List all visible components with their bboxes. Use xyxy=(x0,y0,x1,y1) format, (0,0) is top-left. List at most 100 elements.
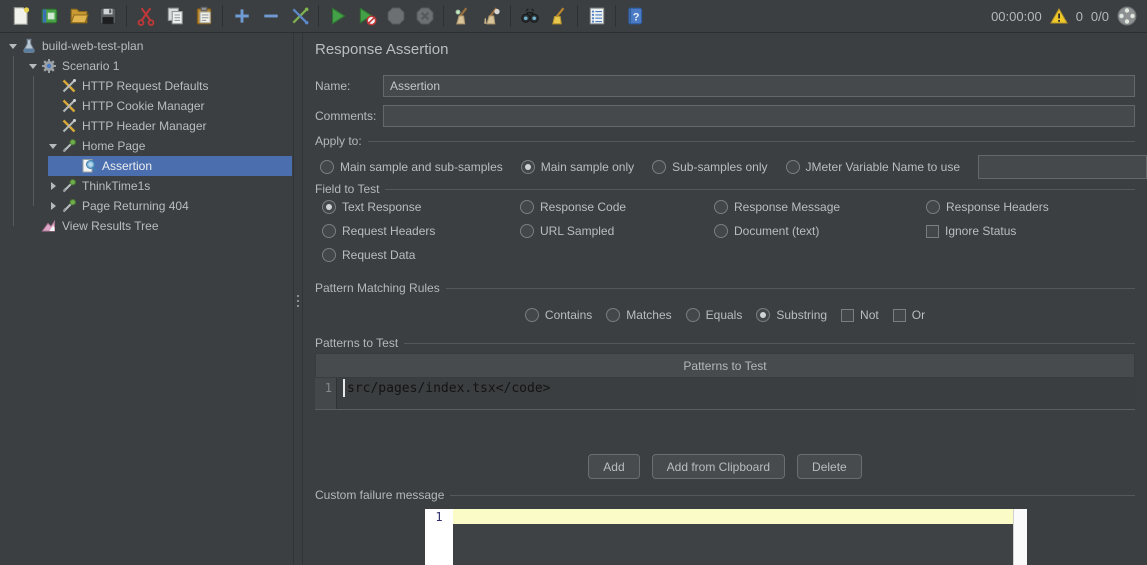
option-label: Matches xyxy=(626,308,671,322)
substring-radio[interactable]: Substring xyxy=(756,308,827,322)
toolbar-group xyxy=(448,2,506,30)
search-icon[interactable] xyxy=(515,2,544,30)
add-from-clipboard-button[interactable]: Add from Clipboard xyxy=(652,454,785,479)
warning-count: 0 xyxy=(1076,9,1083,24)
delete-button[interactable]: Delete xyxy=(797,454,862,479)
copy-icon[interactable] xyxy=(160,2,189,30)
document-text-radio[interactable]: Document (text) xyxy=(714,224,819,238)
option-label: Main sample only xyxy=(541,160,634,174)
url-sampled-radio[interactable]: URL Sampled xyxy=(520,224,614,238)
tree-item-view-results-tree[interactable]: View Results Tree xyxy=(0,216,293,236)
elapsed-time: 00:00:00 xyxy=(991,9,1042,24)
search-reset-icon[interactable] xyxy=(544,2,573,30)
results-tree-icon xyxy=(41,218,57,234)
option-label: Request Headers xyxy=(342,224,435,238)
tree-item-http-header-manager[interactable]: HTTP Header Manager xyxy=(0,116,293,136)
response-code-radio[interactable]: Response Code xyxy=(520,200,626,214)
remove-icon[interactable] xyxy=(256,2,285,30)
contains-radio[interactable]: Contains xyxy=(525,308,592,322)
save-icon[interactable] xyxy=(93,2,122,30)
new-file-icon[interactable] xyxy=(6,2,35,30)
sub-samples-only-radio[interactable]: Sub-samples only xyxy=(652,160,767,174)
paste-icon[interactable] xyxy=(189,2,218,30)
or-checkbox[interactable]: Or xyxy=(893,308,925,322)
tree-item-label: build-web-test-plan xyxy=(42,39,143,53)
help-icon[interactable]: ? xyxy=(620,2,649,30)
ignore-status-checkbox[interactable]: Ignore Status xyxy=(926,224,1016,238)
clear-icon[interactable] xyxy=(448,2,477,30)
toggle-icon[interactable] xyxy=(285,2,314,30)
tree-item-build-web-test-plan[interactable]: build-web-test-plan xyxy=(0,36,293,56)
response-headers-radio[interactable]: Response Headers xyxy=(926,200,1049,214)
radio-icon xyxy=(322,248,336,262)
toolbar-status-area: 00:00:00 0 0/0 xyxy=(991,6,1141,26)
field-to-test-row: Request Headers URL Sampled Document (text… xyxy=(315,221,1135,244)
pattern-row[interactable]: 1 src/pages/index.tsx</code> xyxy=(315,378,1135,410)
add-button[interactable]: Add xyxy=(588,454,639,479)
line-number-gutter: 1 xyxy=(315,378,337,409)
main-sample-and-sub-samples-radio[interactable]: Main sample and sub-samples xyxy=(320,160,503,174)
add-icon[interactable] xyxy=(227,2,256,30)
checkbox-icon xyxy=(841,309,854,322)
option-label: Contains xyxy=(545,308,592,322)
tree-item-http-cookie-manager[interactable]: HTTP Cookie Manager xyxy=(0,96,293,116)
collapse-arrow-icon[interactable] xyxy=(5,44,21,49)
tree-item-home-page[interactable]: Home Page xyxy=(0,136,293,156)
threads-indicator-icon xyxy=(1117,6,1137,26)
tree-item-scenario-1[interactable]: Scenario 1 xyxy=(0,56,293,76)
request-headers-radio[interactable]: Request Headers xyxy=(322,224,435,238)
failure-scrollbar[interactable] xyxy=(1013,509,1027,565)
equals-radio[interactable]: Equals xyxy=(686,308,743,322)
jmeter-variable-name-to-use-radio[interactable]: JMeter Variable Name to use xyxy=(786,160,961,174)
pattern-text[interactable]: src/pages/index.tsx</code> xyxy=(345,378,551,409)
tree-item-page-returning-404[interactable]: Page Returning 404 xyxy=(0,196,293,216)
patterns-table-header: Patterns to Test xyxy=(315,353,1135,378)
test-plan-icon xyxy=(21,38,37,54)
sampler-icon xyxy=(61,178,77,194)
warning-icon[interactable] xyxy=(1050,7,1068,25)
not-checkbox[interactable]: Not xyxy=(841,308,879,322)
expand-arrow-icon[interactable] xyxy=(45,182,61,190)
expand-arrow-icon[interactable] xyxy=(45,202,61,210)
splitter-grip-icon xyxy=(297,295,299,307)
assertion-icon xyxy=(81,158,97,174)
clear-all-icon[interactable] xyxy=(477,2,506,30)
jmeter-variable-input[interactable] xyxy=(978,155,1147,179)
main-sample-only-radio[interactable]: Main sample only xyxy=(521,160,634,174)
tree-item-http-request-defaults[interactable]: HTTP Request Defaults xyxy=(0,76,293,96)
sampler-icon xyxy=(61,138,77,154)
collapse-arrow-icon[interactable] xyxy=(25,64,41,69)
comments-input[interactable] xyxy=(383,105,1135,127)
failure-line-number-gutter: 1 xyxy=(425,509,453,565)
tree-item-thinktime1s[interactable]: ThinkTime1s xyxy=(0,176,293,196)
failure-current-line-highlight[interactable] xyxy=(453,509,1013,524)
comments-label: Comments: xyxy=(315,109,383,123)
start-no-pauses-icon[interactable] xyxy=(352,2,381,30)
cut-icon[interactable] xyxy=(131,2,160,30)
open-file-icon[interactable] xyxy=(64,2,93,30)
response-assertion-panel: Response Assertion Name: Comments: Apply… xyxy=(303,33,1147,565)
response-message-radio[interactable]: Response Message xyxy=(714,200,840,214)
option-label: Substring xyxy=(776,308,827,322)
stop-icon[interactable] xyxy=(381,2,410,30)
shutdown-icon[interactable] xyxy=(410,2,439,30)
start-icon[interactable] xyxy=(323,2,352,30)
text-response-radio[interactable]: Text Response xyxy=(322,200,421,214)
custom-failure-editor[interactable]: 1 xyxy=(425,509,1027,565)
radio-icon xyxy=(606,308,620,322)
templates-icon[interactable] xyxy=(35,2,64,30)
toolbar-group xyxy=(131,2,218,30)
option-label: Main sample and sub-samples xyxy=(340,160,503,174)
matches-radio[interactable]: Matches xyxy=(606,308,671,322)
tree-main-splitter[interactable] xyxy=(293,33,303,565)
option-label: Request Data xyxy=(342,248,415,262)
option-label: Response Code xyxy=(540,200,626,214)
toolbar-separator xyxy=(126,5,127,27)
option-label: Response Message xyxy=(734,200,840,214)
name-input[interactable] xyxy=(383,75,1135,97)
function-helper-icon[interactable] xyxy=(582,2,611,30)
field-to-test-cell: Request Headers xyxy=(322,224,520,241)
request-data-radio[interactable]: Request Data xyxy=(322,248,415,262)
collapse-arrow-icon[interactable] xyxy=(45,144,61,149)
tree-item-assertion[interactable]: Assertion xyxy=(0,156,293,176)
